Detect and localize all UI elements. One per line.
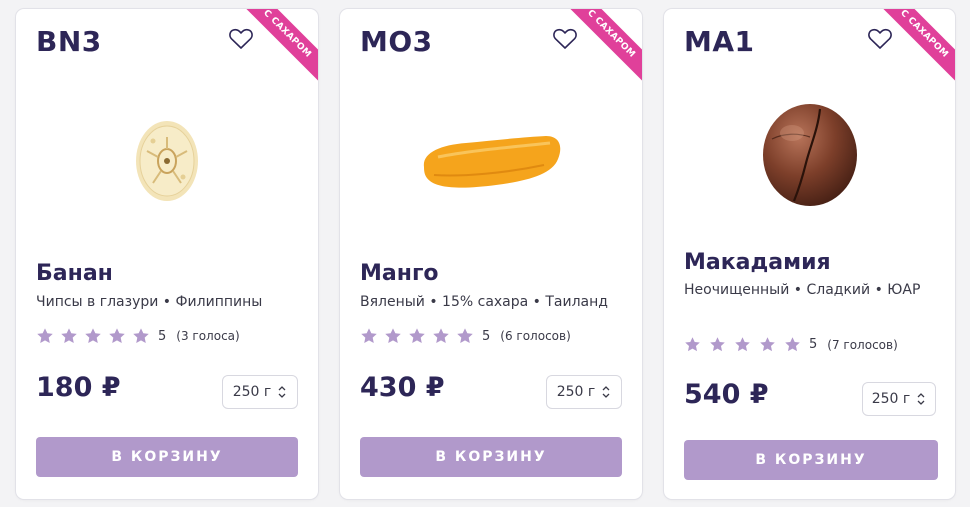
rating-votes: (3 голоса): [176, 329, 240, 343]
star-icon[interactable]: [759, 336, 776, 353]
rating-votes: (7 голосов): [827, 337, 898, 352]
weight-value: 250 г: [556, 384, 596, 400]
product-description: Неочищенный • Сладкий • ЮАР: [684, 282, 921, 298]
rating-stars[interactable]: [36, 327, 150, 345]
product-code: MA1: [684, 25, 755, 58]
rating-score: 5: [482, 328, 491, 344]
rating-score: 5: [158, 328, 167, 344]
rating-stars[interactable]: [684, 336, 801, 353]
product-card[interactable]: BN3 С САХАРОМ Банан Чипсы в глазури • Фи…: [16, 9, 318, 499]
star-icon[interactable]: [408, 327, 426, 345]
macadamia-nut-image: [762, 104, 857, 206]
weight-select[interactable]: 250 г: [222, 375, 298, 409]
star-icon[interactable]: [84, 327, 102, 345]
star-icon[interactable]: [108, 327, 126, 345]
star-icon[interactable]: [36, 327, 54, 345]
star-icon[interactable]: [60, 327, 78, 345]
add-to-cart-button[interactable]: В КОРЗИНУ: [36, 437, 298, 477]
star-icon[interactable]: [734, 336, 751, 353]
star-icon[interactable]: [709, 336, 726, 353]
product-description: Чипсы в глазури • Филиппины: [36, 294, 263, 310]
sugar-ribbon: С САХАРОМ: [244, 9, 318, 83]
product-name: Макадамия: [684, 250, 831, 275]
star-icon[interactable]: [784, 336, 801, 353]
rating-votes: (6 голосов): [500, 329, 571, 343]
product-name: Манго: [360, 261, 439, 286]
product-description: Вяленый • 15% сахара • Таиланд: [360, 294, 608, 310]
ribbon-label: С САХАРОМ: [881, 9, 955, 81]
product-card[interactable]: MA1 С САХАРОМ Макадамия Неочищенный • Сл…: [664, 9, 955, 499]
add-to-cart-button[interactable]: В КОРЗИНУ: [360, 437, 622, 477]
ribbon-label: С САХАРОМ: [568, 9, 642, 81]
sugar-ribbon: С САХАРОМ: [568, 9, 642, 83]
product-rating[interactable]: 5 (3 голоса): [36, 327, 240, 345]
star-icon[interactable]: [384, 327, 402, 345]
banana-chip-image: [136, 121, 198, 201]
add-to-cart-button[interactable]: В КОРЗИНУ: [684, 440, 938, 480]
chevron-updown-icon: [602, 386, 610, 398]
star-icon[interactable]: [432, 327, 450, 345]
product-price: 430 ₽: [360, 372, 445, 403]
dried-mango-image: [423, 136, 561, 188]
weight-select[interactable]: 250 г: [546, 375, 622, 409]
sugar-ribbon: С САХАРОМ: [881, 9, 955, 83]
rating-stars[interactable]: [360, 327, 474, 345]
weight-value: 250 г: [871, 391, 911, 407]
weight-value: 250 г: [232, 384, 272, 400]
product-rating[interactable]: 5 (6 голосов): [360, 327, 571, 345]
product-code: BN3: [36, 25, 102, 58]
star-icon[interactable]: [456, 327, 474, 345]
ribbon-label: С САХАРОМ: [244, 9, 318, 81]
product-price: 180 ₽: [36, 372, 121, 403]
product-rating[interactable]: 5 (7 голосов): [684, 336, 898, 353]
product-code: MO3: [360, 25, 433, 58]
star-icon[interactable]: [360, 327, 378, 345]
star-icon[interactable]: [684, 336, 701, 353]
chevron-updown-icon: [917, 393, 925, 405]
product-card[interactable]: MO3 С САХАРОМ Манго Вяленый • 15% сахара…: [340, 9, 642, 499]
weight-select[interactable]: 250 г: [862, 382, 936, 416]
chevron-updown-icon: [278, 386, 286, 398]
rating-score: 5: [809, 337, 818, 352]
product-price: 540 ₽: [684, 379, 769, 410]
star-icon[interactable]: [132, 327, 150, 345]
product-name: Банан: [36, 261, 113, 286]
